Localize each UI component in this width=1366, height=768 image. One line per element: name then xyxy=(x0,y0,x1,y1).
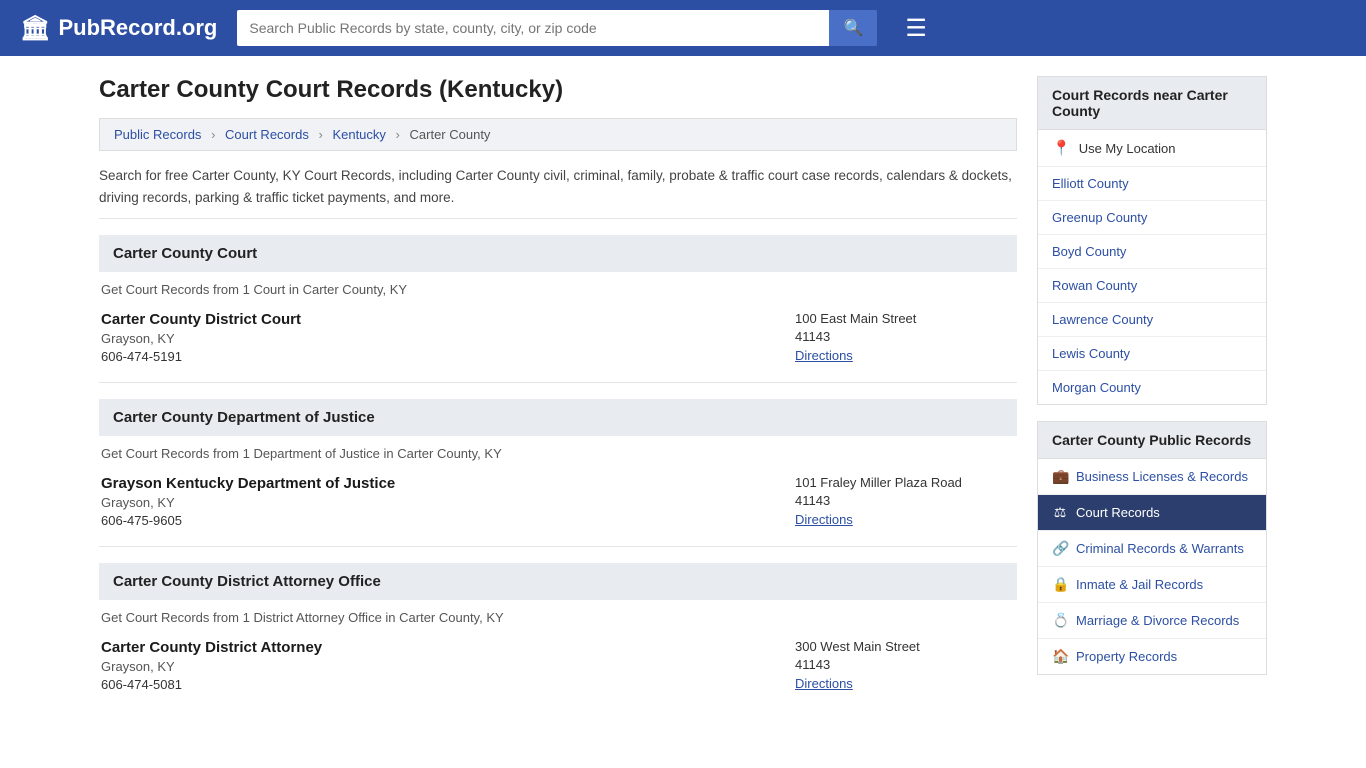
record-address-da: 300 West Main Street xyxy=(795,639,1015,654)
breadcrumb-current: Carter County xyxy=(410,127,491,142)
section-header-court: Carter County Court xyxy=(99,235,1017,272)
content-area: Carter County Court Records (Kentucky) P… xyxy=(99,76,1017,710)
divider-2 xyxy=(99,546,1017,547)
sidebar-nearby-title: Court Records near Carter County xyxy=(1037,76,1267,129)
logo-text: PubRecord.org xyxy=(58,15,217,41)
sidebar-item-marriage-records[interactable]: 💍 Marriage & Divorce Records xyxy=(1038,603,1266,639)
sidebar-item-morgan[interactable]: Morgan County xyxy=(1038,371,1266,404)
record-address-doj: 101 Fraley Miller Plaza Road xyxy=(795,475,1015,490)
record-entry-da: Carter County District Attorney Grayson,… xyxy=(99,639,1017,692)
search-bar: 🔍 xyxy=(237,10,877,46)
directions-link-doj[interactable]: Directions xyxy=(795,512,853,527)
record-entry-district-court: Carter County District Court Grayson, KY… xyxy=(99,311,1017,364)
divider-1 xyxy=(99,382,1017,383)
briefcase-icon: 💼 xyxy=(1052,468,1068,485)
site-header: 🏛 PubRecord.org 🔍 ☰ xyxy=(0,0,1366,56)
record-phone-district-court: 606-474-5191 xyxy=(101,349,795,364)
sidebar-item-property-records[interactable]: 🏠 Property Records xyxy=(1038,639,1266,674)
sidebar: Court Records near Carter County 📍 Use M… xyxy=(1037,76,1267,710)
record-city-district-court: Grayson, KY xyxy=(101,331,795,346)
breadcrumb: Public Records › Court Records › Kentuck… xyxy=(99,118,1017,151)
record-name-district-court: Carter County District Court xyxy=(101,311,795,328)
sidebar-item-boyd[interactable]: Boyd County xyxy=(1038,235,1266,269)
hamburger-menu[interactable]: ☰ xyxy=(905,14,927,43)
site-logo[interactable]: 🏛 PubRecord.org xyxy=(20,14,217,43)
record-name-da: Carter County District Attorney xyxy=(101,639,795,656)
record-city-doj: Grayson, KY xyxy=(101,495,795,510)
sidebar-nearby-list: 📍 Use My Location Elliott County Greenup… xyxy=(1037,129,1267,405)
section-desc-court: Get Court Records from 1 Court in Carter… xyxy=(99,282,1017,297)
building-icon: 🏛 xyxy=(20,14,50,43)
scales-icon: ⚖ xyxy=(1052,504,1068,521)
record-phone-doj: 606-475-9605 xyxy=(101,513,795,528)
breadcrumb-court-records[interactable]: Court Records xyxy=(225,127,309,142)
sidebar-item-business-licenses[interactable]: 💼 Business Licenses & Records xyxy=(1038,459,1266,495)
sidebar-item-elliott[interactable]: Elliott County xyxy=(1038,167,1266,201)
search-input[interactable] xyxy=(237,10,829,46)
main-container: Carter County Court Records (Kentucky) P… xyxy=(83,56,1283,730)
sidebar-public-records-list: 💼 Business Licenses & Records ⚖ Court Re… xyxy=(1037,458,1267,675)
link-icon: 🔗 xyxy=(1052,540,1068,557)
sidebar-item-criminal-records[interactable]: 🔗 Criminal Records & Warrants xyxy=(1038,531,1266,567)
location-icon: 📍 xyxy=(1052,139,1071,157)
section-desc-da: Get Court Records from 1 District Attorn… xyxy=(99,610,1017,625)
sidebar-item-rowan[interactable]: Rowan County xyxy=(1038,269,1266,303)
section-desc-doj: Get Court Records from 1 Department of J… xyxy=(99,446,1017,461)
sidebar-item-greenup[interactable]: Greenup County xyxy=(1038,201,1266,235)
house-icon: 🏠 xyxy=(1052,648,1068,665)
sidebar-use-location[interactable]: 📍 Use My Location xyxy=(1038,130,1266,167)
record-address-district-court: 100 East Main Street xyxy=(795,311,1015,326)
search-button[interactable]: 🔍 xyxy=(829,10,877,46)
sidebar-public-records-title: Carter County Public Records xyxy=(1037,421,1267,458)
page-title: Carter County Court Records (Kentucky) xyxy=(99,76,1017,104)
directions-link-da[interactable]: Directions xyxy=(795,676,853,691)
ring-icon: 💍 xyxy=(1052,612,1068,629)
breadcrumb-kentucky[interactable]: Kentucky xyxy=(332,127,385,142)
sidebar-item-lewis[interactable]: Lewis County xyxy=(1038,337,1266,371)
record-phone-da: 606-474-5081 xyxy=(101,677,795,692)
section-header-doj: Carter County Department of Justice xyxy=(99,399,1017,436)
sidebar-item-court-records[interactable]: ⚖ Court Records xyxy=(1038,495,1266,531)
directions-link-district-court[interactable]: Directions xyxy=(795,348,853,363)
record-city-da: Grayson, KY xyxy=(101,659,795,674)
use-location-label: Use My Location xyxy=(1079,141,1176,156)
sidebar-item-inmate-records[interactable]: 🔒 Inmate & Jail Records xyxy=(1038,567,1266,603)
lock-icon: 🔒 xyxy=(1052,576,1068,593)
record-zip-district-court: 41143 xyxy=(795,329,1015,344)
record-zip-doj: 41143 xyxy=(795,493,1015,508)
page-description: Search for free Carter County, KY Court … xyxy=(99,165,1017,219)
breadcrumb-public-records[interactable]: Public Records xyxy=(114,127,201,142)
record-name-doj: Grayson Kentucky Department of Justice xyxy=(101,475,795,492)
section-header-da: Carter County District Attorney Office xyxy=(99,563,1017,600)
sidebar-item-lawrence[interactable]: Lawrence County xyxy=(1038,303,1266,337)
record-entry-doj: Grayson Kentucky Department of Justice G… xyxy=(99,475,1017,528)
record-zip-da: 41143 xyxy=(795,657,1015,672)
